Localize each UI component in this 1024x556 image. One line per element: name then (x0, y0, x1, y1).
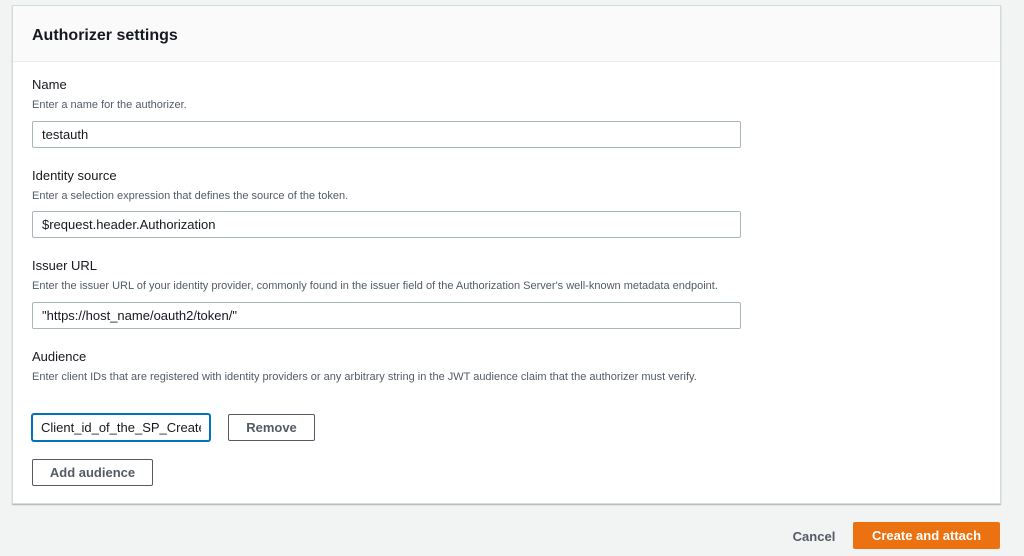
identity-source-label-group: Identity source Enter a selection expres… (32, 168, 348, 203)
audience-description: Enter client IDs that are registered wit… (32, 371, 697, 383)
audience-label-group: Audience Enter client IDs that are regis… (32, 349, 697, 384)
identity-source-description: Enter a selection expression that define… (32, 190, 349, 202)
issuer-url-description: Enter the issuer URL of your identity pr… (32, 280, 718, 292)
issuer-url-label: Issuer URL (32, 258, 98, 273)
authorizer-settings-panel: Authorizer settings Name Enter a name fo… (12, 5, 1001, 504)
identity-source-label: Identity source (32, 168, 117, 183)
audience-label: Audience (32, 349, 87, 364)
issuer-url-label-group: Issuer URL Enter the issuer URL of your … (32, 258, 718, 293)
name-description: Enter a name for the authorizer. (32, 99, 187, 111)
identity-source-input[interactable] (32, 211, 741, 238)
add-audience-button[interactable]: Add audience (32, 459, 153, 486)
name-label: Name (32, 77, 67, 92)
panel-header: Authorizer settings (13, 6, 1000, 62)
issuer-url-input[interactable] (32, 302, 741, 329)
panel-title: Authorizer settings (32, 27, 178, 44)
create-and-attach-button[interactable]: Create and attach (853, 522, 1000, 549)
audience-input[interactable] (32, 414, 210, 441)
name-input[interactable] (32, 121, 741, 148)
remove-audience-button[interactable]: Remove (228, 414, 315, 441)
name-field-label-group: Name Enter a name for the authorizer. (32, 77, 187, 112)
cancel-button[interactable]: Cancel (782, 526, 846, 548)
